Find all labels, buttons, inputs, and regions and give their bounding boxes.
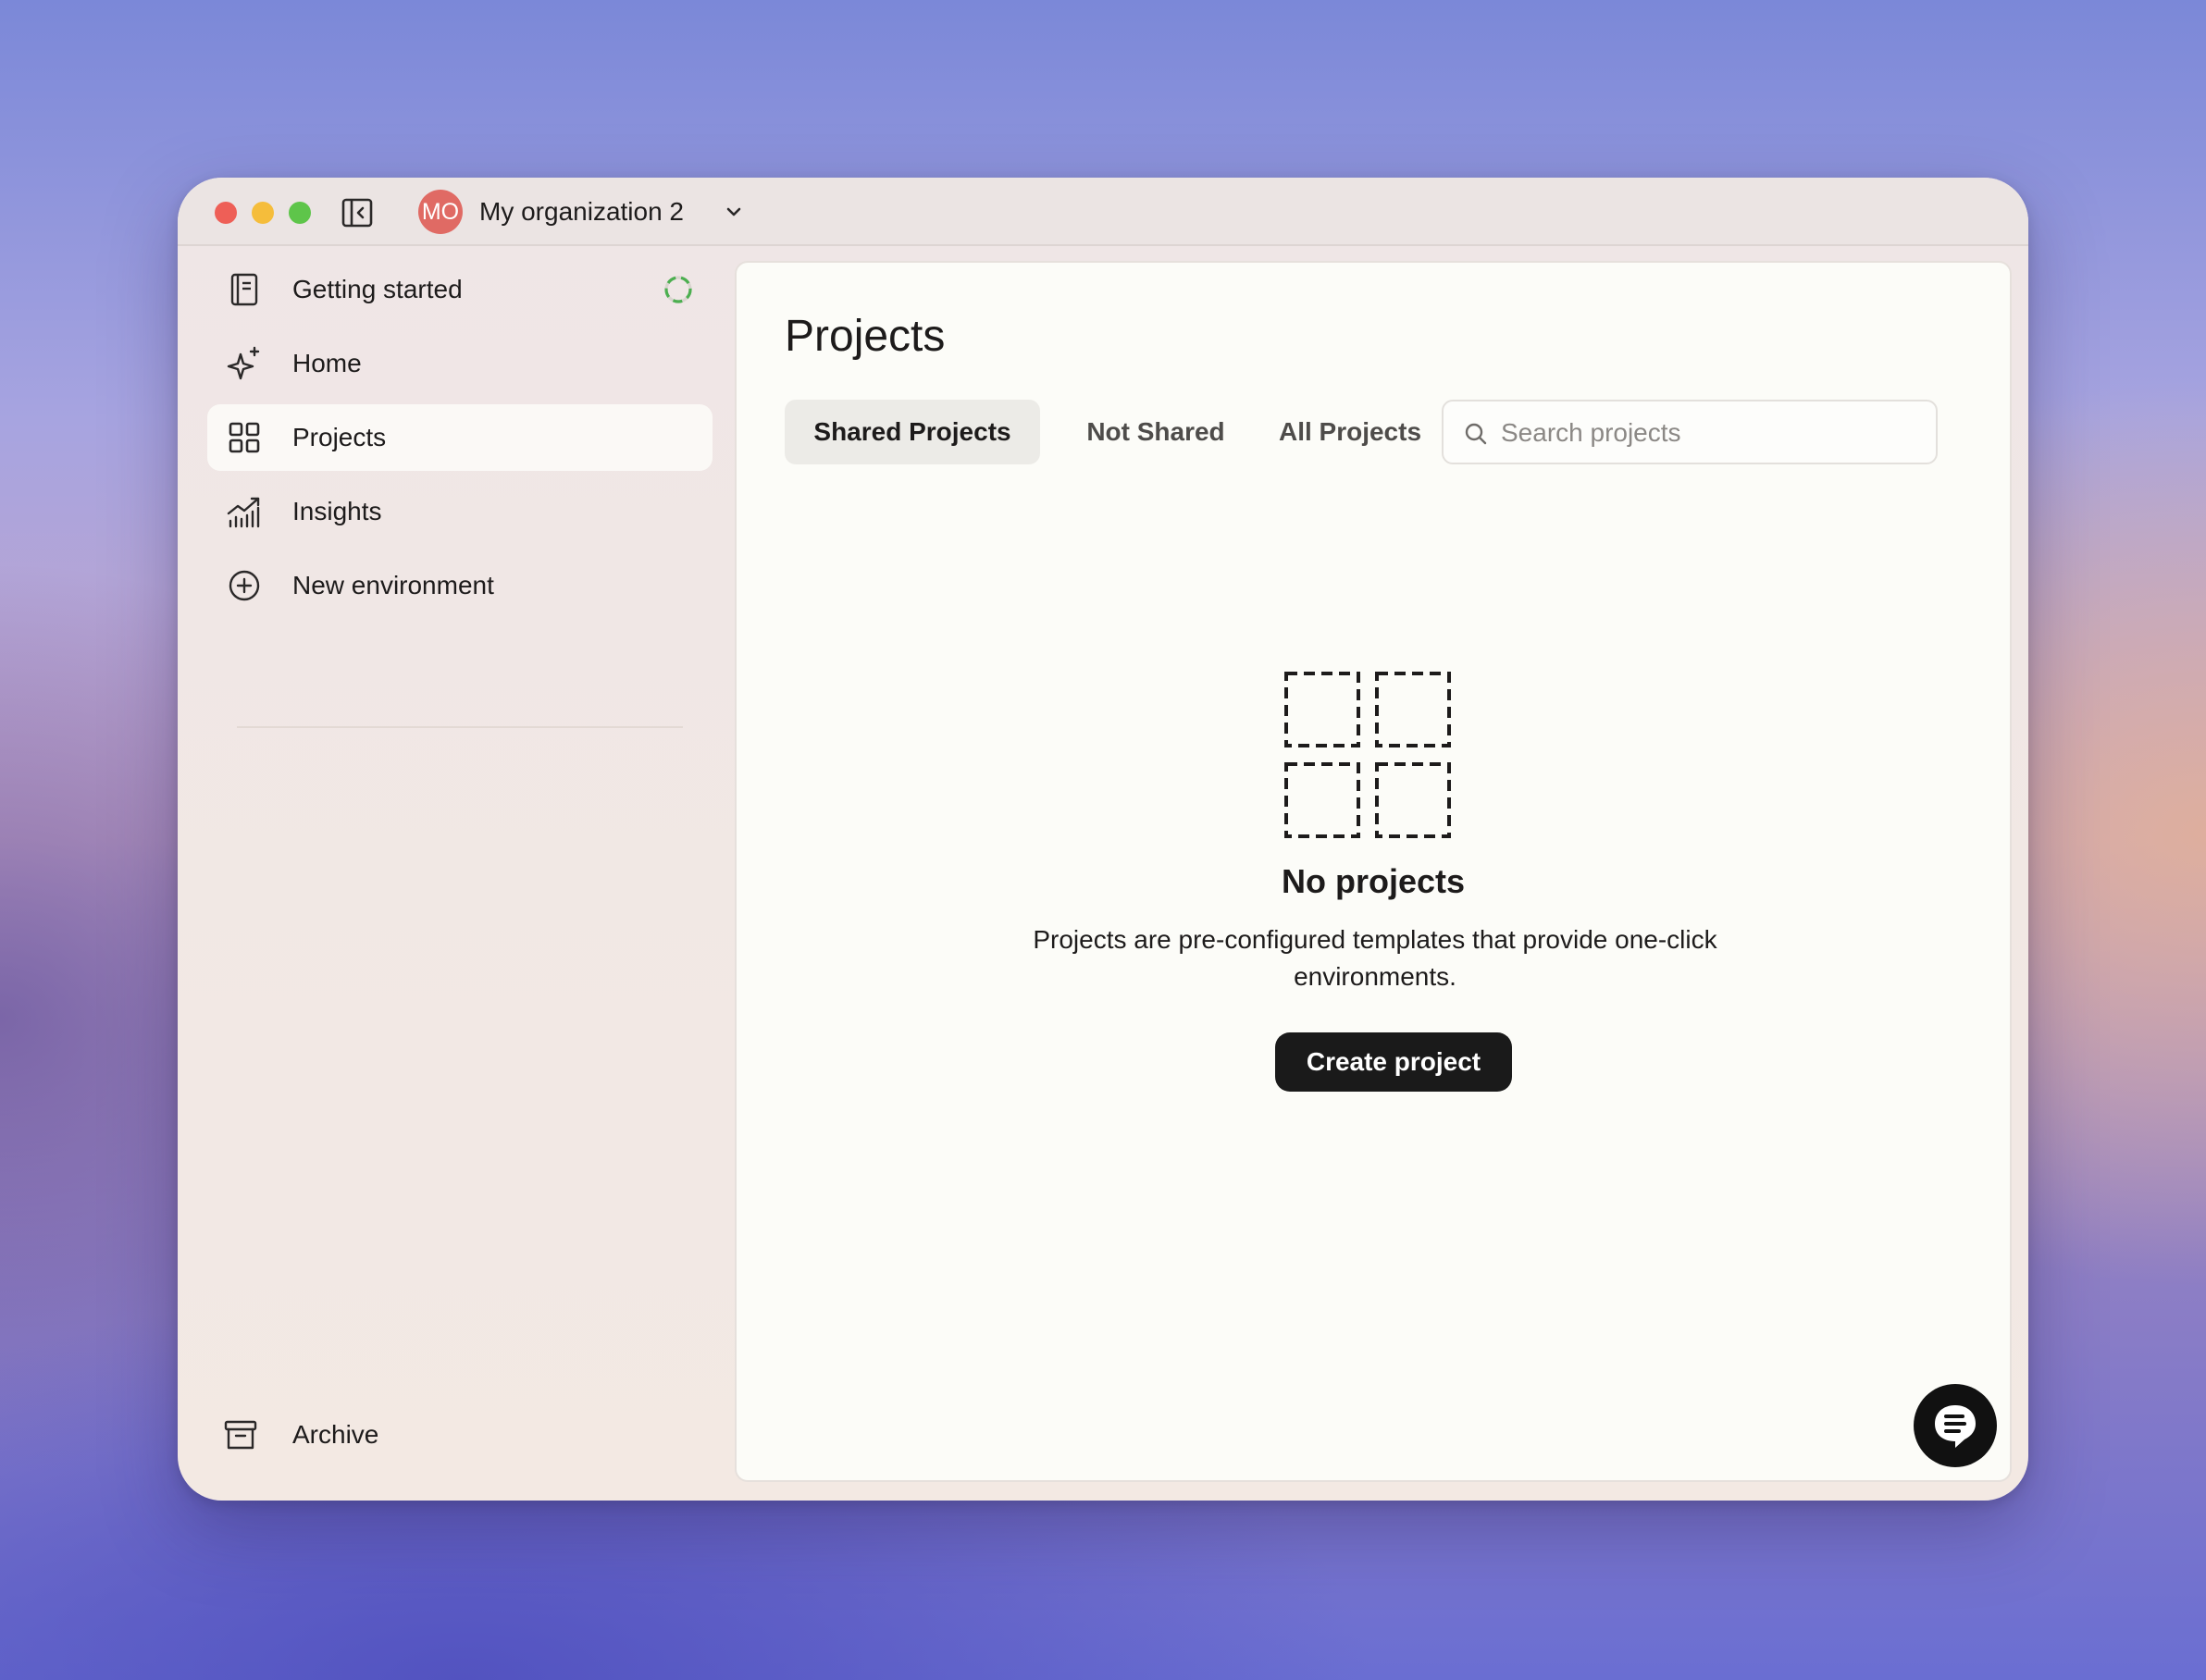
chat-support-button[interactable]: [1914, 1384, 1997, 1467]
sidebar: Getting started Home Projects Insights N…: [178, 248, 733, 1501]
search-icon: [1465, 423, 1487, 445]
sidebar-item-home[interactable]: Home: [207, 330, 713, 397]
chart-icon: [227, 497, 260, 528]
sparkles-icon: [227, 346, 260, 380]
empty-state-title: No projects: [1281, 862, 1466, 900]
sidebar-item-label: New environment: [292, 571, 494, 599]
sidebar-item-label: Home: [292, 349, 362, 377]
page-title: Projects: [785, 312, 946, 361]
search-input[interactable]: [1501, 414, 1917, 451]
sidebar-divider: [237, 726, 683, 728]
sidebar-item-label: Getting started: [292, 275, 463, 303]
close-window-button[interactable]: [215, 202, 237, 224]
tab-shared-projects[interactable]: Shared Projects: [785, 400, 1040, 464]
sidebar-item-new-environment[interactable]: New environment: [207, 552, 713, 619]
empty-state-description: Projects are pre-configured templates th…: [1033, 925, 1717, 991]
sidebar-item-archive[interactable]: Archive: [207, 1402, 713, 1468]
archive-icon: [224, 1420, 257, 1450]
progress-ring-icon: [664, 276, 692, 303]
sidebar-item-label: Archive: [292, 1420, 379, 1449]
sidebar-item-insights[interactable]: Insights: [207, 478, 713, 545]
maximize-window-button[interactable]: [289, 202, 311, 224]
tab-not-shared[interactable]: Not Shared: [1051, 400, 1260, 464]
sidebar-item-label: Projects: [292, 423, 387, 451]
app-window: MO My organization 2 Getting started Hom…: [178, 178, 2028, 1501]
minimize-window-button[interactable]: [252, 202, 274, 224]
notebook-icon: [230, 273, 258, 306]
org-avatar[interactable]: MO: [418, 190, 463, 234]
tab-all-projects[interactable]: All Projects: [1271, 400, 1429, 464]
org-switcher[interactable]: My organization 2: [479, 196, 684, 228]
main-panel: Projects Shared Projects Not Shared All …: [735, 261, 2012, 1482]
grid-icon: [229, 422, 260, 453]
sidebar-item-label: Insights: [292, 497, 382, 525]
search-box[interactable]: [1442, 400, 1938, 464]
empty-grid-icon: [1284, 672, 1451, 838]
chevron-down-icon[interactable]: [724, 202, 744, 222]
chat-icon: [1935, 1405, 1976, 1448]
create-project-button[interactable]: Create project: [1275, 1032, 1512, 1092]
plus-circle-icon: [229, 570, 260, 601]
title-bar: MO My organization 2: [178, 178, 2028, 246]
sidebar-item-getting-started[interactable]: Getting started: [207, 256, 713, 323]
sidebar-toggle-icon[interactable]: [341, 196, 374, 229]
sidebar-item-projects[interactable]: Projects: [207, 404, 713, 471]
